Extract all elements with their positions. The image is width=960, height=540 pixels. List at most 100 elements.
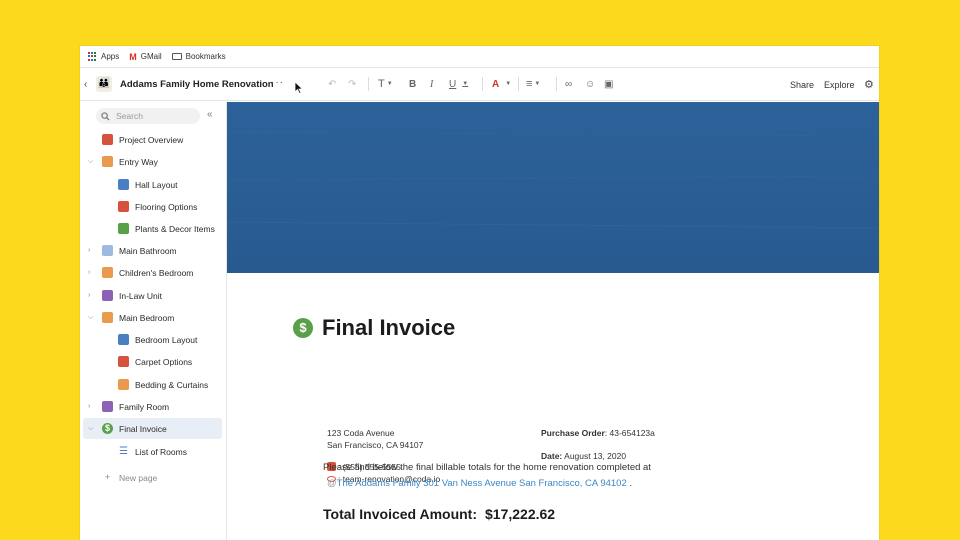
total-label: Total Invoiced Amount: bbox=[323, 506, 477, 522]
sidebar-item-in-law-unit[interactable]: › In-Law Unit bbox=[83, 285, 222, 306]
chevron-right-icon[interactable]: › bbox=[88, 269, 90, 276]
children-icon bbox=[102, 267, 113, 278]
header-banner-image bbox=[227, 102, 879, 273]
underline-button[interactable]: U ▼ bbox=[449, 76, 468, 92]
sidebar-item-plants-decor[interactable]: Plants & Decor Items bbox=[83, 218, 222, 239]
apps-bookmark[interactable]: Apps bbox=[88, 52, 119, 61]
underline-label: U bbox=[449, 78, 457, 90]
font-color-label: A bbox=[492, 78, 500, 90]
purchase-order-label: Purchase Order bbox=[541, 428, 605, 438]
emoji-icon[interactable]: ☺ bbox=[585, 76, 595, 92]
bookmarks-label: Bookmarks bbox=[185, 52, 226, 61]
italic-button[interactable]: I bbox=[430, 76, 433, 92]
chevron-right-icon[interactable]: › bbox=[88, 292, 90, 299]
address-line-1: 123 Coda Avenue bbox=[327, 428, 395, 438]
purchase-order-value: : 43-654123a bbox=[604, 428, 655, 438]
back-icon[interactable]: ‹ bbox=[84, 79, 87, 90]
chevron-down-icon[interactable]: ⌵ bbox=[88, 158, 93, 166]
date-label: Date: bbox=[541, 451, 563, 461]
curtains-icon bbox=[118, 379, 129, 390]
explore-button[interactable]: Explore bbox=[824, 80, 855, 90]
search-input[interactable]: Search bbox=[96, 108, 200, 124]
bookmarks-folder[interactable]: Bookmarks bbox=[171, 52, 226, 61]
sidebar-item-carpet-options[interactable]: Carpet Options bbox=[83, 351, 222, 372]
mention-period: . bbox=[626, 478, 633, 489]
house-icon bbox=[102, 134, 113, 145]
sidebar-item-main-bedroom[interactable]: ⌵ Main Bedroom bbox=[83, 307, 222, 328]
sidebar-item-label: Final Invoice bbox=[119, 423, 167, 434]
undo-icon[interactable]: ↶ bbox=[328, 76, 336, 92]
align-left-icon: ≡ bbox=[526, 78, 533, 90]
address-line-2: San Francisco, CA 94107 bbox=[327, 440, 424, 450]
sidebar-item-label: Bedroom Layout bbox=[135, 334, 198, 345]
sidebar-item-label: Hall Layout bbox=[135, 179, 178, 190]
sidebar-item-bedding-curtains[interactable]: Bedding & Curtains bbox=[83, 374, 222, 395]
new-page-button[interactable]: + New page bbox=[83, 467, 222, 488]
grandparent-icon bbox=[102, 290, 113, 301]
more-options-button[interactable]: ··· bbox=[271, 77, 284, 88]
gear-icon[interactable]: ⚙ bbox=[864, 78, 874, 91]
invoice-description: Please find below the final billable tot… bbox=[323, 462, 651, 473]
toolbar-divider bbox=[556, 77, 557, 91]
chevron-down-icon[interactable]: ⌵ bbox=[88, 425, 93, 433]
page-title: Final Invoice bbox=[322, 315, 456, 340]
mouse-cursor-icon bbox=[294, 82, 304, 94]
collapse-sidebar-icon[interactable]: « bbox=[207, 109, 213, 120]
apps-label: Apps bbox=[101, 52, 120, 61]
sidebar-item-childrens-bedroom[interactable]: › Children's Bedroom bbox=[83, 262, 222, 283]
text-style-label: T bbox=[378, 78, 385, 90]
sidebar-item-project-overview[interactable]: Project Overview bbox=[83, 129, 222, 150]
bed-icon bbox=[102, 312, 113, 323]
search-icon bbox=[101, 111, 110, 121]
layout-grid-icon bbox=[118, 334, 129, 345]
toolbar-divider bbox=[368, 77, 369, 91]
redo-icon[interactable]: ↷ bbox=[348, 76, 356, 92]
sidebar-item-label: Family Room bbox=[119, 401, 170, 412]
align-button[interactable]: ≡ ▼ bbox=[526, 76, 540, 92]
total-invoiced: Total Invoiced Amount: $17,222.62 bbox=[323, 506, 555, 522]
folder-icon bbox=[171, 53, 182, 60]
comment-icon[interactable]: ▣ bbox=[604, 76, 613, 92]
sidebar-item-main-bathroom[interactable]: › Main Bathroom bbox=[83, 240, 222, 261]
family-icon: 👪 bbox=[96, 76, 112, 92]
search-placeholder: Search bbox=[116, 111, 143, 121]
new-page-label: New page bbox=[119, 472, 158, 483]
doc-title[interactable]: Addams Family Home Renovation bbox=[120, 79, 274, 90]
sidebar-item-flooring-options[interactable]: Flooring Options bbox=[83, 196, 222, 217]
chevron-down-icon: ▼ bbox=[505, 81, 512, 87]
mention-link[interactable]: The Addams Family 301 Van Ness Avenue Sa… bbox=[337, 478, 627, 489]
text-style-button[interactable]: T ▼ bbox=[378, 76, 393, 92]
sidebar-item-label: Plants & Decor Items bbox=[135, 223, 215, 234]
chevron-down-icon[interactable]: ⌵ bbox=[88, 314, 93, 322]
sidebar-item-bedroom-layout[interactable]: Bedroom Layout bbox=[83, 329, 222, 350]
toolbar-divider bbox=[518, 77, 519, 91]
chevron-down-icon: ▼ bbox=[534, 81, 541, 87]
bold-button[interactable]: B bbox=[409, 76, 416, 92]
share-button[interactable]: Share bbox=[790, 80, 814, 90]
sidebar-item-label: Bedding & Curtains bbox=[135, 379, 209, 390]
sidebar-item-final-invoice[interactable]: ⌵ $ Final Invoice bbox=[83, 418, 222, 439]
chevron-right-icon[interactable]: › bbox=[88, 403, 90, 410]
sidebar-item-label: Entry Way bbox=[119, 156, 158, 167]
gmail-icon: M bbox=[129, 51, 137, 62]
total-value: $17,222.62 bbox=[485, 506, 556, 522]
sidebar-item-family-room[interactable]: › Family Room bbox=[83, 396, 222, 417]
doc-canvas: $ Final Invoice 123 Coda Avenue San Fran… bbox=[227, 102, 879, 540]
browser-window: Apps M GMail Bookmarks ‹ 👪 Addams Family… bbox=[80, 46, 879, 540]
sidebar-item-list-of-rooms[interactable]: ☰ List of Rooms bbox=[83, 441, 222, 462]
purchase-order: Purchase Order: 43-654123a bbox=[541, 428, 655, 438]
link-icon[interactable]: ∞ bbox=[565, 76, 572, 92]
carpet-icon bbox=[118, 356, 129, 367]
sidebar-item-label: In-Law Unit bbox=[119, 290, 162, 301]
font-color-button[interactable]: A ▼ bbox=[492, 76, 511, 92]
sidebar-item-entry-way[interactable]: ⌵ Entry Way bbox=[83, 151, 222, 172]
people-icon bbox=[102, 156, 113, 167]
gmail-bookmark[interactable]: M GMail bbox=[129, 52, 161, 62]
chevron-right-icon[interactable]: › bbox=[88, 247, 90, 254]
banner-texture bbox=[227, 102, 879, 273]
address-mention[interactable]: @The Addams Family 301 Van Ness Avenue S… bbox=[327, 478, 632, 489]
sofa-icon bbox=[102, 401, 113, 412]
sidebar-item-hall-layout[interactable]: Hall Layout bbox=[83, 174, 222, 195]
sidebar-item-label: List of Rooms bbox=[135, 446, 187, 457]
apps-grid-icon bbox=[88, 52, 97, 61]
